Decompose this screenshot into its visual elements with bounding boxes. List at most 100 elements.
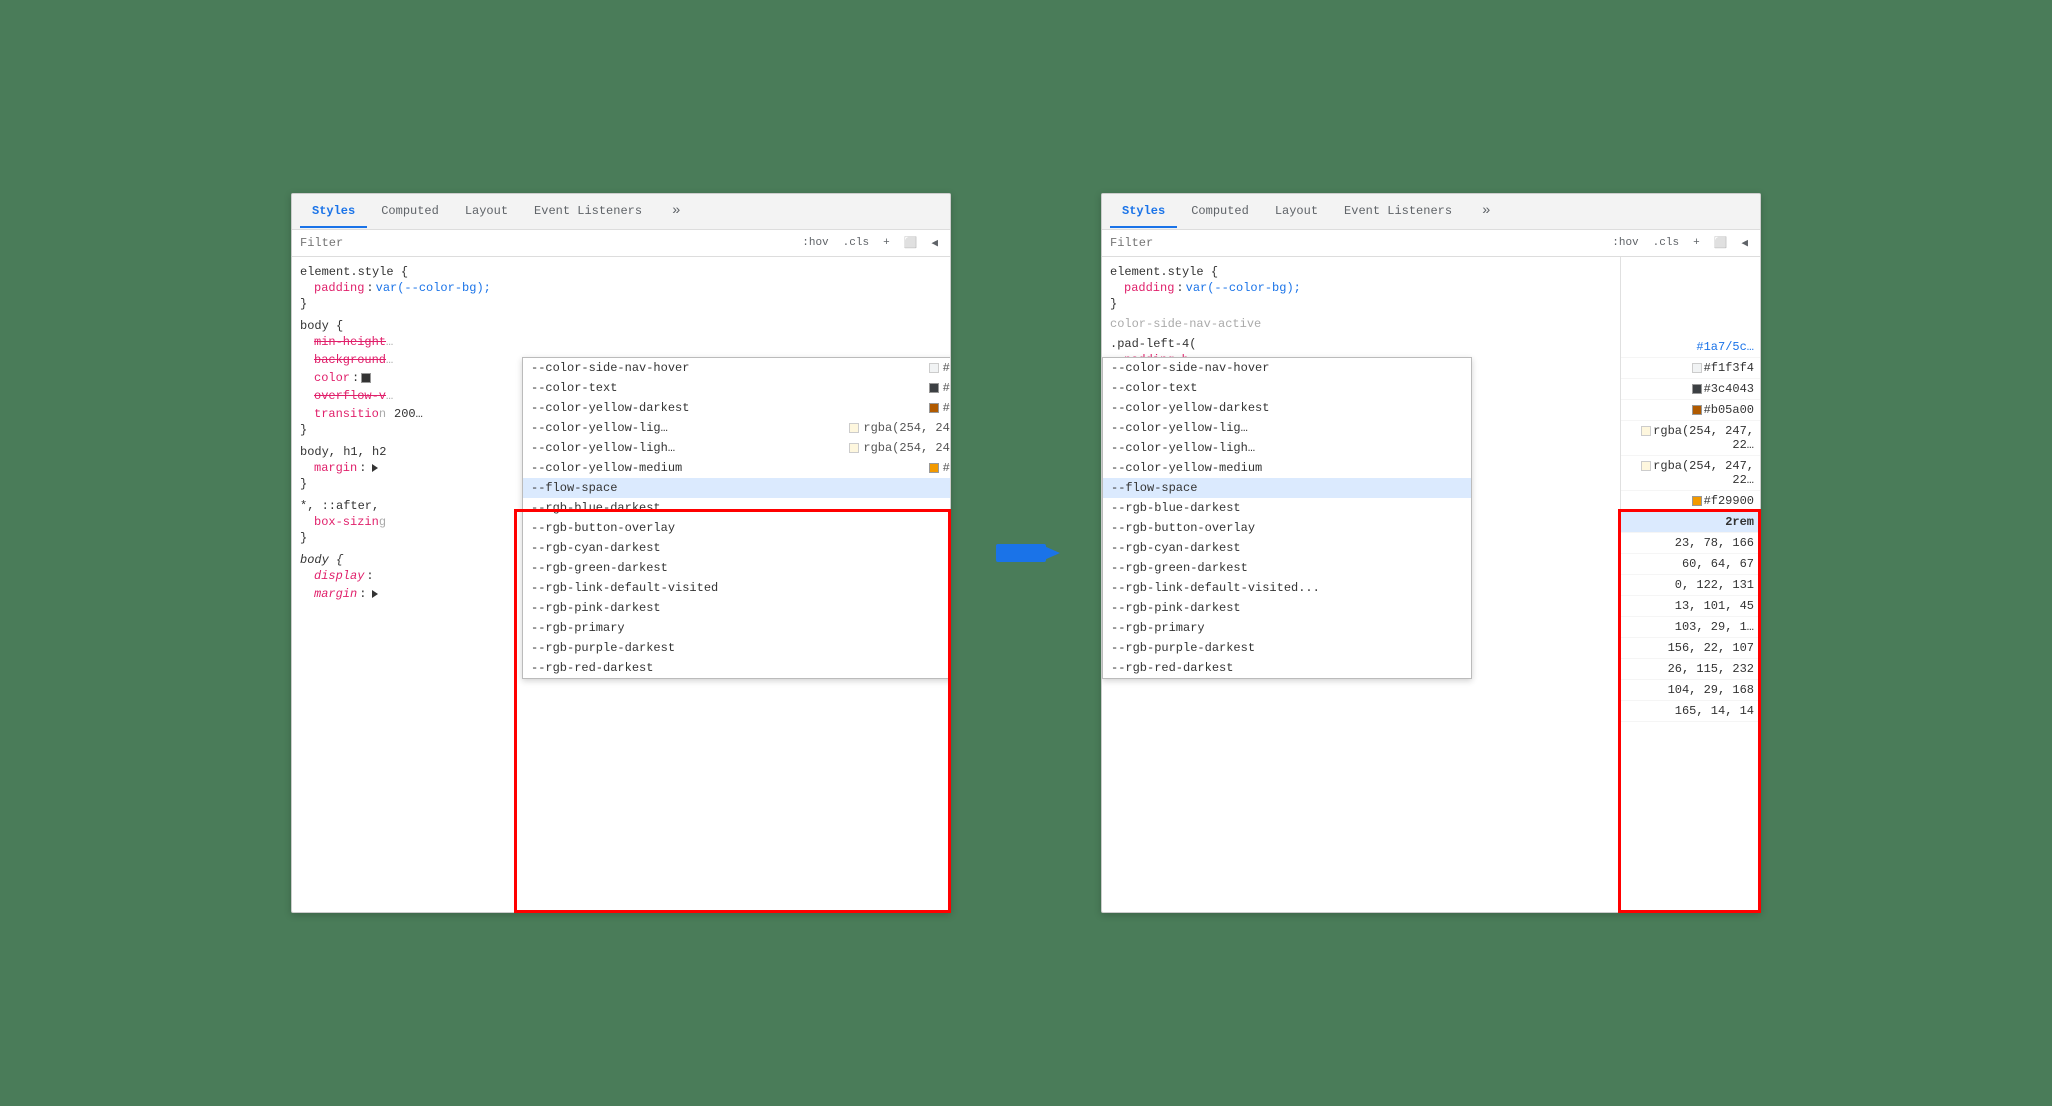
right-dropdown-item-10[interactable]: --rgb-green-darkest bbox=[1103, 558, 1471, 578]
left-palette-btn[interactable]: ⬜ bbox=[900, 234, 922, 252]
right-tab-layout[interactable]: Layout bbox=[1263, 196, 1330, 228]
right-two-col: element.style { padding : var(--color-bg… bbox=[1102, 257, 1760, 722]
left-dropdown-item-1[interactable]: --color-text #3c4043 bbox=[523, 378, 950, 398]
left-dd-val-3: rgba(254, 247, 22… bbox=[863, 421, 950, 435]
left-tab-styles[interactable]: Styles bbox=[300, 196, 367, 228]
right-filter-input[interactable] bbox=[1110, 236, 1600, 250]
right-tab-event-listeners[interactable]: Event Listeners bbox=[1332, 196, 1464, 228]
right-dropdown-item-9[interactable]: --rgb-cyan-darkest bbox=[1103, 538, 1471, 558]
left-color-swatch bbox=[361, 373, 371, 383]
left-dropdown-item-11[interactable]: --rgb-link-default-visited bbox=[523, 578, 950, 598]
right-dropdown-item-13[interactable]: --rgb-primary bbox=[1103, 618, 1471, 638]
right-filter-bar: :hov .cls + ⬜ ◀ bbox=[1102, 230, 1760, 257]
right-dropdown-item-11[interactable]: --rgb-link-default-visited... bbox=[1103, 578, 1471, 598]
right-css-left: element.style { padding : var(--color-bg… bbox=[1102, 257, 1620, 722]
left-rule-body: body { bbox=[292, 315, 950, 333]
left-dropdown-item-14[interactable]: --rgb-purple-darkest bbox=[523, 638, 950, 658]
left-dropdown-item-12[interactable]: --rgb-pink-darkest bbox=[523, 598, 950, 618]
right-dropdown-item-2[interactable]: --color-yellow-darkest bbox=[1103, 398, 1471, 418]
right-dropdown-item-12[interactable]: --rgb-pink-darkest bbox=[1103, 598, 1471, 618]
right-autocomplete-dropdown: --color-side-nav-hover --color-text --co… bbox=[1102, 357, 1472, 679]
right-tab-computed[interactable]: Computed bbox=[1179, 196, 1261, 228]
right-cv-spacer bbox=[1621, 257, 1760, 337]
right-dd-name-13: --rgb-primary bbox=[1111, 621, 1463, 635]
left-cls-btn[interactable]: .cls bbox=[839, 235, 873, 251]
left-dropdown-item-0[interactable]: --color-side-nav-hover #f1f3f4 bbox=[523, 358, 950, 378]
left-arrow-btn[interactable]: ◀ bbox=[927, 234, 942, 252]
left-dd-swatch-4 bbox=[849, 443, 859, 453]
left-tab-event-listeners[interactable]: Event Listeners bbox=[522, 196, 654, 228]
right-cv-swatch-2 bbox=[1692, 405, 1702, 415]
left-styles-body: element.style { padding : var(--color-bg… bbox=[292, 257, 950, 912]
right-dd-name-1: --color-text bbox=[1111, 381, 1463, 395]
right-cv-swatch-5 bbox=[1692, 496, 1702, 506]
right-panel-wrapper: Styles Computed Layout Event Listeners »… bbox=[1101, 193, 1761, 913]
right-dropdown-item-14[interactable]: --rgb-purple-darkest bbox=[1103, 638, 1471, 658]
left-dropdown-item-15[interactable]: --rgb-red-darkest bbox=[523, 658, 950, 678]
left-tab-more[interactable]: » bbox=[660, 195, 692, 229]
left-panel-wrapper: Styles Computed Layout Event Listeners »… bbox=[291, 193, 951, 913]
left-pname-transition: transitio bbox=[314, 407, 379, 421]
left-dropdown-item-8[interactable]: --rgb-button-overlay bbox=[523, 518, 950, 538]
right-prop-padding: padding : var(--color-bg); bbox=[1102, 279, 1620, 297]
right-cv-swatch-3 bbox=[1641, 426, 1651, 436]
left-dropdown-item-2[interactable]: --color-yellow-darkest #b05a00 bbox=[523, 398, 950, 418]
left-dropdown-item-6[interactable]: --flow-space bbox=[523, 478, 950, 498]
blue-arrow-icon bbox=[991, 528, 1061, 578]
left-pname-margin2: margin bbox=[314, 587, 357, 601]
left-dd-name-6: --flow-space bbox=[531, 481, 950, 495]
right-cv-0: #f1f3f4 bbox=[1621, 358, 1760, 379]
left-dd-val-4: rgba(254, 247, 22… bbox=[863, 441, 950, 455]
left-dd-name-14: --rgb-purple-darkest bbox=[531, 641, 950, 655]
right-dropdown-item-7[interactable]: --rgb-blue-darkest bbox=[1103, 498, 1471, 518]
right-cv-swatch-0 bbox=[1692, 363, 1702, 373]
right-tab-more[interactable]: » bbox=[1470, 195, 1502, 229]
left-dropdown-item-3[interactable]: --color-yellow-lig… rgba(254, 247, 22… bbox=[523, 418, 950, 438]
left-filter-input[interactable] bbox=[300, 236, 790, 250]
left-dropdown-item-9[interactable]: --rgb-cyan-darkest bbox=[523, 538, 950, 558]
left-pval-transition: 200… bbox=[394, 407, 423, 421]
left-triangle-margin2 bbox=[372, 590, 378, 598]
left-hov-btn[interactable]: :hov bbox=[798, 235, 832, 251]
left-dropdown-item-10[interactable]: --rgb-green-darkest bbox=[523, 558, 950, 578]
right-cv-5: #f29900 bbox=[1621, 491, 1760, 512]
right-dropdown-item-8[interactable]: --rgb-button-overlay bbox=[1103, 518, 1471, 538]
right-devtools-panel: Styles Computed Layout Event Listeners »… bbox=[1101, 193, 1761, 913]
right-dropdown-item-5[interactable]: --color-yellow-medium bbox=[1103, 458, 1471, 478]
right-hov-btn[interactable]: :hov bbox=[1608, 235, 1642, 251]
right-dropdown-item-1[interactable]: --color-text bbox=[1103, 378, 1471, 398]
left-dd-val-5: #f29900 bbox=[943, 461, 950, 475]
left-dd-swatch-2 bbox=[929, 403, 939, 413]
left-dropdown-item-4[interactable]: --color-yellow-ligh… rgba(254, 247, 22… bbox=[523, 438, 950, 458]
left-dd-name-11: --rgb-link-default-visited bbox=[531, 581, 950, 595]
right-cls-btn[interactable]: .cls bbox=[1649, 235, 1683, 251]
right-dd-name-0: --color-side-nav-hover bbox=[1111, 361, 1463, 375]
left-dd-name-10: --rgb-green-darkest bbox=[531, 561, 950, 575]
right-dropdown-item-15[interactable]: --rgb-red-darkest bbox=[1103, 658, 1471, 678]
left-tab-layout[interactable]: Layout bbox=[453, 196, 520, 228]
right-tabs-bar: Styles Computed Layout Event Listeners » bbox=[1102, 194, 1760, 230]
right-tab-styles[interactable]: Styles bbox=[1110, 196, 1177, 228]
left-dd-name-12: --rgb-pink-darkest bbox=[531, 601, 950, 615]
right-dropdown-item-0[interactable]: --color-side-nav-hover bbox=[1103, 358, 1471, 378]
right-styles-body: element.style { padding : var(--color-bg… bbox=[1102, 257, 1760, 912]
left-dropdown-item-7[interactable]: --rgb-blue-darkest bbox=[523, 498, 950, 518]
right-dropdown-item-3[interactable]: --color-yellow-lig… bbox=[1103, 418, 1471, 438]
right-dd-name-14: --rgb-purple-darkest bbox=[1111, 641, 1463, 655]
left-dd-name-15: --rgb-red-darkest bbox=[531, 661, 950, 675]
right-dd-name-3: --color-yellow-lig… bbox=[1111, 421, 1463, 435]
right-dd-name-15: --rgb-red-darkest bbox=[1111, 661, 1463, 675]
left-dropdown-item-5[interactable]: --color-yellow-medium #f29900 bbox=[523, 458, 950, 478]
right-dropdown-item-6[interactable]: --flow-space bbox=[1103, 478, 1471, 498]
right-arrow-btn[interactable]: ◀ bbox=[1737, 234, 1752, 252]
left-dropdown-item-13[interactable]: --rgb-primary bbox=[523, 618, 950, 638]
left-pname-overflow: overflow-v bbox=[314, 389, 386, 403]
left-add-btn[interactable]: + bbox=[879, 235, 894, 251]
right-palette-btn[interactable]: ⬜ bbox=[1710, 234, 1732, 252]
left-dd-right-4: rgba(254, 247, 22… bbox=[849, 441, 950, 455]
left-dd-name-8: --rgb-button-overlay bbox=[531, 521, 950, 535]
right-dropdown-item-4[interactable]: --color-yellow-ligh… bbox=[1103, 438, 1471, 458]
left-tab-computed[interactable]: Computed bbox=[369, 196, 451, 228]
right-add-btn[interactable]: + bbox=[1689, 235, 1704, 251]
left-dd-right-3: rgba(254, 247, 22… bbox=[849, 421, 950, 435]
